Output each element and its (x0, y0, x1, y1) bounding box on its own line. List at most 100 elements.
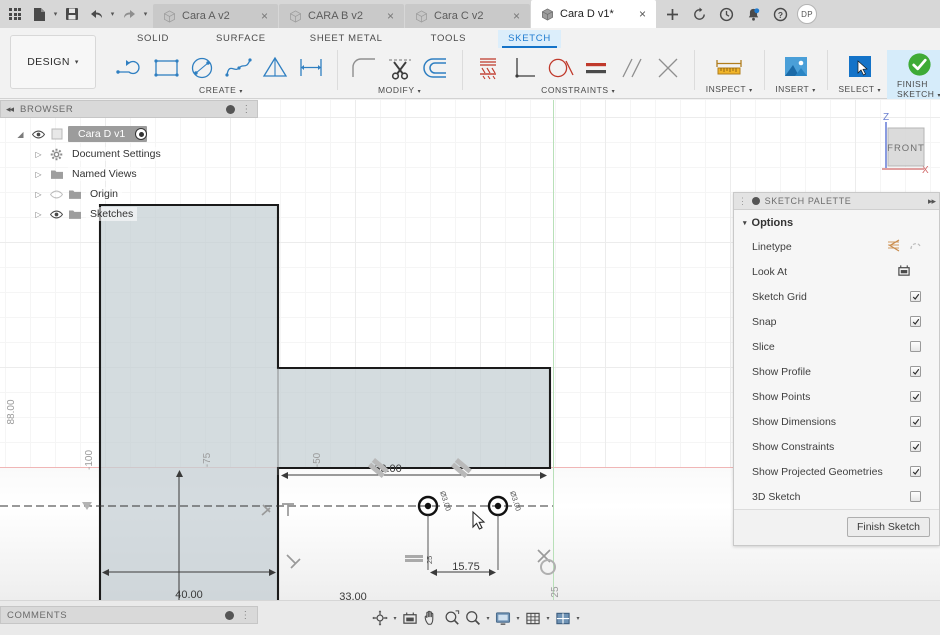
viewports-icon[interactable] (553, 607, 573, 629)
orbit-caret-icon[interactable]: ▾ (391, 607, 399, 629)
palette-section-options[interactable]: ▾ Options (734, 210, 939, 234)
display-caret-icon[interactable]: ▾ (514, 607, 522, 629)
viewcube[interactable]: Z X FRONT (852, 108, 930, 180)
select-button[interactable]: SELECT ▾ (832, 50, 887, 99)
eye-icon[interactable] (49, 210, 63, 219)
new-tab-button[interactable] (659, 1, 685, 27)
expand-arrow-icon[interactable]: ▷ (32, 150, 45, 159)
fix-icon[interactable] (471, 51, 505, 85)
collapse-icon[interactable]: ◂◂ (6, 104, 14, 115)
tree-item-sketches[interactable]: ▷ Sketches (6, 204, 258, 224)
eye-icon[interactable] (49, 190, 63, 199)
zoom-window-icon[interactable] (442, 607, 462, 629)
orbit-icon[interactable] (370, 607, 390, 629)
mirror-icon[interactable] (258, 51, 292, 85)
sketch-grid-checkbox[interactable] (910, 291, 921, 302)
look-at-icon[interactable] (400, 607, 420, 629)
undo-icon[interactable] (84, 2, 108, 26)
comments-panel[interactable]: COMMENTS ⋮ (0, 606, 258, 624)
app-grid-icon[interactable] (3, 2, 27, 26)
close-icon[interactable]: × (511, 10, 522, 22)
tangent-icon[interactable] (543, 51, 577, 85)
circle-icon[interactable] (186, 51, 220, 85)
close-icon[interactable]: × (637, 8, 648, 20)
expand-arrow-icon[interactable]: ▷ (32, 210, 45, 219)
file-caret-icon[interactable]: ▾ (51, 2, 60, 26)
redo-icon[interactable] (117, 2, 141, 26)
3d-sketch-checkbox[interactable] (910, 491, 921, 502)
pan-icon[interactable] (421, 607, 441, 629)
show-projected-geometries-checkbox[interactable] (910, 466, 921, 477)
document-tab-0[interactable]: Cara A v2 × (153, 4, 278, 28)
palette-row-linetype[interactable]: Linetype (734, 234, 939, 259)
zoom-icon[interactable] (463, 607, 483, 629)
palette-row-show-profile[interactable]: Show Profile (734, 359, 939, 384)
grid-caret-icon[interactable]: ▾ (544, 607, 552, 629)
close-icon[interactable]: × (259, 10, 270, 22)
palette-row-show-projected-geometries[interactable]: Show Projected Geometries (734, 459, 939, 484)
insert-button[interactable]: INSERT ▾ (769, 50, 822, 99)
tab-tools[interactable]: TOOLS (421, 30, 477, 48)
centerline-icon[interactable] (909, 239, 923, 255)
rectangle-icon[interactable] (150, 51, 184, 85)
help-icon[interactable]: ? (767, 1, 793, 27)
refresh-icon[interactable] (686, 1, 712, 27)
workspace-switcher-button[interactable]: DESIGN ▾ (10, 35, 96, 89)
spline-icon[interactable] (222, 51, 256, 85)
file-icon[interactable] (27, 2, 51, 26)
zoom-caret-icon[interactable]: ▾ (484, 607, 492, 629)
expand-arrow-icon[interactable]: ◢ (14, 130, 27, 139)
palette-row-show-constraints[interactable]: Show Constraints (734, 434, 939, 459)
expand-arrow-icon[interactable]: ▷ (32, 190, 45, 199)
tab-sheet-metal[interactable]: SHEET METAL (300, 30, 393, 48)
tab-sketch[interactable]: SKETCH (498, 30, 561, 48)
tree-item-cara-d[interactable]: ◢ Cara D v1 (6, 124, 258, 144)
browser-grip-icon[interactable]: ⋮ (241, 104, 252, 115)
palette-finish-sketch-button[interactable]: Finish Sketch (846, 517, 930, 537)
snap-checkbox[interactable] (910, 316, 921, 327)
show-profile-checkbox[interactable] (910, 366, 921, 377)
palette-expand-icon[interactable]: ▸▸ (928, 196, 936, 207)
palette-row-show-points[interactable]: Show Points (734, 384, 939, 409)
tree-item-document-settings[interactable]: ▷ Document Settings (6, 144, 258, 164)
palette-grip-icon[interactable]: ⋮ (738, 196, 748, 207)
coincident-icon[interactable] (651, 51, 685, 85)
parallel-icon[interactable] (615, 51, 649, 85)
job-status-icon[interactable] (713, 1, 739, 27)
tree-item-origin[interactable]: ▷ Origin (6, 184, 258, 204)
show-dimensions-checkbox[interactable] (910, 416, 921, 427)
palette-row-look-at[interactable]: Look At (734, 259, 939, 284)
grid-settings-icon[interactable] (523, 607, 543, 629)
tab-surface[interactable]: SURFACE (206, 30, 276, 48)
expand-arrow-icon[interactable]: ▷ (32, 170, 45, 179)
save-icon[interactable] (60, 2, 84, 26)
comments-grip-icon[interactable]: ⋮ (240, 610, 251, 621)
eye-icon[interactable] (31, 130, 45, 139)
tree-item-named-views[interactable]: ▷ Named Views (6, 164, 258, 184)
dimension-icon[interactable] (294, 51, 328, 85)
offset-icon[interactable] (419, 51, 453, 85)
redo-caret-icon[interactable]: ▾ (141, 2, 150, 26)
show-constraints-checkbox[interactable] (910, 441, 921, 452)
browser-options-icon[interactable] (226, 104, 236, 114)
avatar[interactable]: DP (797, 4, 817, 24)
look-at-icon[interactable] (897, 264, 911, 280)
line-icon[interactable] (114, 51, 148, 85)
palette-row-slice[interactable]: Slice (734, 334, 939, 359)
undo-caret-icon[interactable]: ▾ (108, 2, 117, 26)
comments-options-icon[interactable] (225, 610, 235, 620)
slice-checkbox[interactable] (910, 341, 921, 352)
perpendicular-icon[interactable] (507, 51, 541, 85)
document-tab-2[interactable]: Cara C v2 × (405, 4, 530, 28)
document-tab-1[interactable]: CARA B v2 × (279, 4, 404, 28)
document-tab-3[interactable]: Cara D v1* × (531, 0, 656, 28)
equal-icon[interactable] (579, 51, 613, 85)
finish-sketch-button[interactable]: FINISH SKETCH ▾ (886, 50, 940, 99)
construction-line-icon[interactable] (887, 238, 901, 255)
fillet-icon[interactable] (347, 51, 381, 85)
show-points-checkbox[interactable] (910, 391, 921, 402)
inspect-button[interactable]: INSPECT ▾ (700, 50, 759, 99)
palette-close-icon[interactable] (751, 197, 760, 205)
tab-solid[interactable]: SOLID (127, 30, 179, 48)
trim-icon[interactable] (383, 51, 417, 85)
